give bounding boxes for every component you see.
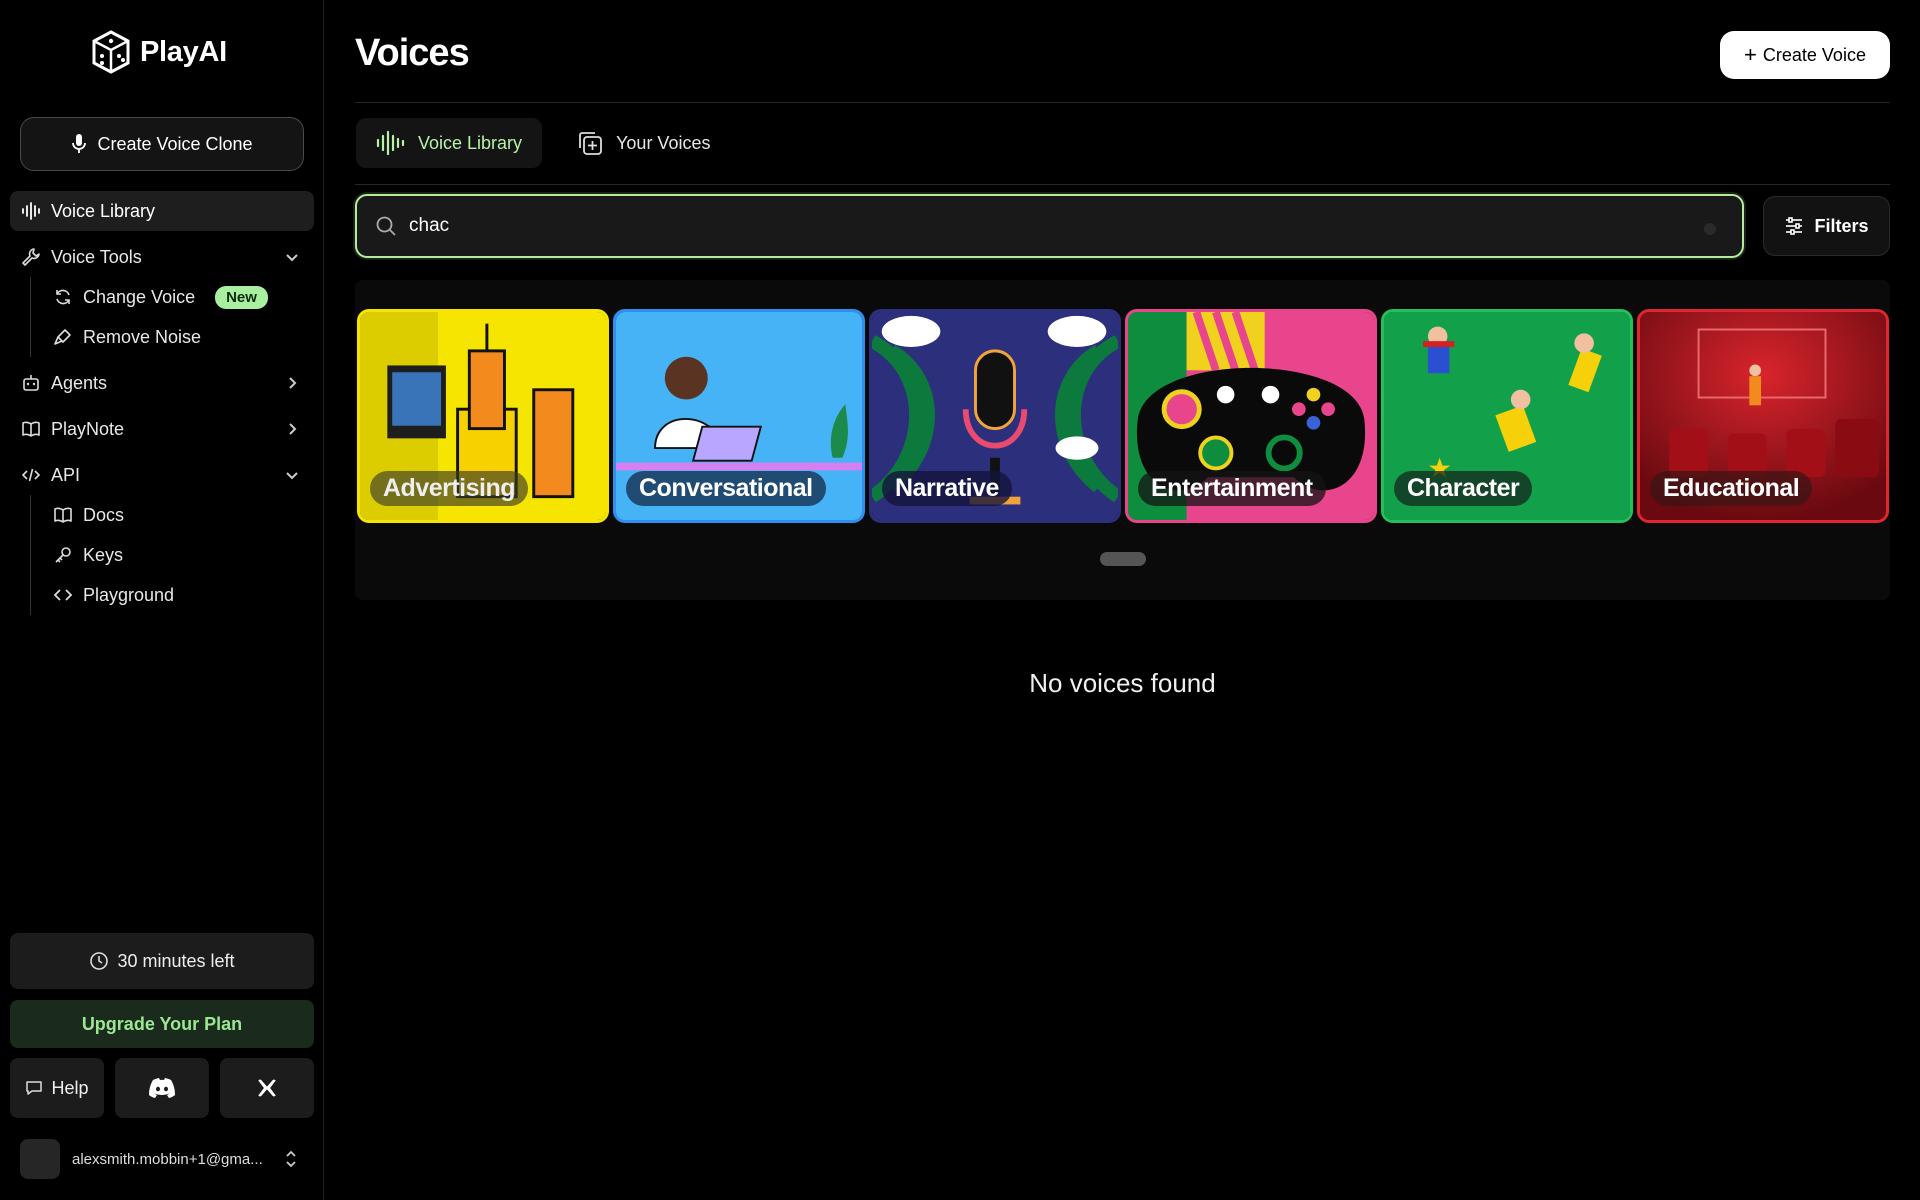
sidebar-item-label: PlayNote <box>51 418 125 439</box>
tab-label: Your Voices <box>616 132 711 153</box>
upgrade-plan-button[interactable]: Upgrade Your Plan <box>10 1000 314 1048</box>
category-card-educational[interactable]: Educational <box>1637 309 1889 523</box>
book-icon <box>21 419 41 439</box>
tab-your-voices[interactable]: Your Voices <box>556 118 730 168</box>
sidebar-item-voice-library[interactable]: Voice Library <box>10 191 314 231</box>
sidebar-nav: Voice Library Voice Tools Change Voice N… <box>10 191 314 615</box>
robot-icon <box>21 373 41 393</box>
tabs: Voice Library Your Voices <box>356 118 730 168</box>
category-card-entertainment[interactable]: Entertainment <box>1125 309 1377 523</box>
chevron-right-icon <box>289 423 297 435</box>
microphone-icon <box>72 134 87 153</box>
waveform-icon <box>21 201 41 221</box>
tab-label: Voice Library <box>418 132 523 153</box>
avatar <box>20 1139 60 1179</box>
sidebar-item-change-voice[interactable]: Change Voice New <box>53 277 314 317</box>
discord-icon <box>149 1078 175 1098</box>
category-label: Educational <box>1650 471 1813 506</box>
category-card-character[interactable]: Character <box>1381 309 1633 523</box>
sidebar-item-voice-tools[interactable]: Voice Tools <box>10 237 314 277</box>
minutes-left-text: 30 minutes left <box>117 950 235 971</box>
account-email: alexsmith.mobbin+1@gma... <box>72 1150 263 1168</box>
chat-bubble-icon <box>26 1081 43 1095</box>
wrench-icon <box>21 247 41 267</box>
create-voice-label: Create Voice <box>1762 44 1866 65</box>
waveform-icon <box>376 130 405 156</box>
chevron-right-icon <box>289 377 297 389</box>
filters-label: Filters <box>1814 215 1869 236</box>
sidebar-item-label: Docs <box>83 504 125 525</box>
category-cards: Advertising Conversational Narrative Ent… <box>357 309 1889 523</box>
voice-tools-submenu: Change Voice New Remove Noise <box>30 277 314 357</box>
api-submenu: Docs Keys Playground <box>30 495 314 615</box>
sidebar-item-label: Change Voice <box>83 286 196 307</box>
sidebar-item-playnote[interactable]: PlayNote <box>10 409 314 449</box>
category-label: Conversational <box>626 471 826 506</box>
clear-search-icon[interactable] <box>1704 223 1716 235</box>
plus-icon: + <box>1744 42 1757 67</box>
code-icon <box>53 585 73 605</box>
category-card-narrative[interactable]: Narrative <box>869 309 1121 523</box>
category-label: Character <box>1394 471 1533 506</box>
category-card-conversational[interactable]: Conversational <box>613 309 865 523</box>
search-icon <box>376 216 396 236</box>
help-button[interactable]: Help <box>10 1058 104 1118</box>
sidebar-item-label: Voice Library <box>51 200 156 221</box>
page-title: Voices <box>355 32 470 74</box>
category-label: Advertising <box>370 471 529 506</box>
sidebar-item-label: Voice Tools <box>51 246 142 267</box>
help-label: Help <box>51 1077 89 1098</box>
tabs-divider <box>355 184 1890 185</box>
create-voice-clone-label: Create Voice Clone <box>97 133 253 154</box>
key-icon <box>53 545 73 565</box>
sidebar-item-label: Keys <box>83 544 124 565</box>
sidebar-item-playground[interactable]: Playground <box>53 575 314 615</box>
chevron-down-icon <box>286 254 298 262</box>
sidebar-item-label: Remove Noise <box>83 326 202 347</box>
sidebar-item-label: API <box>51 464 81 485</box>
category-carousel: Advertising Conversational Narrative Ent… <box>355 280 1890 600</box>
filters-button[interactable]: Filters <box>1763 196 1890 256</box>
search-input[interactable]: chac <box>355 194 1744 258</box>
chevron-up-down-icon <box>286 1150 296 1168</box>
logo[interactable]: PlayAI <box>90 30 227 74</box>
create-voice-clone-button[interactable]: Create Voice Clone <box>20 117 304 171</box>
brand-name: PlayAI <box>140 35 227 68</box>
chevron-down-icon <box>286 472 298 480</box>
book-icon <box>53 505 73 525</box>
playai-logo-icon <box>92 30 130 74</box>
sidebar-item-api[interactable]: API <box>10 455 314 495</box>
create-voice-button[interactable]: + Create Voice <box>1720 31 1890 79</box>
sidebar-item-label: Agents <box>51 372 108 393</box>
sidebar: PlayAI Create Voice Clone Voice Library … <box>0 0 324 1200</box>
header-divider <box>355 102 1890 103</box>
discord-button[interactable] <box>115 1058 209 1118</box>
sidebar-item-agents[interactable]: Agents <box>10 363 314 403</box>
sidebar-item-remove-noise[interactable]: Remove Noise <box>53 317 314 357</box>
refresh-icon <box>53 287 73 307</box>
app: PlayAI Create Voice Clone Voice Library … <box>0 0 1920 1200</box>
sidebar-item-keys[interactable]: Keys <box>53 535 314 575</box>
x-logo-icon <box>258 1079 276 1097</box>
sliders-icon <box>1786 217 1803 235</box>
minutes-left-indicator: 30 minutes left <box>10 933 314 989</box>
search-query: chac <box>409 215 450 236</box>
sidebar-item-label: Playground <box>83 584 175 605</box>
clock-icon <box>90 952 109 970</box>
sidebar-item-docs[interactable]: Docs <box>53 495 314 535</box>
account-switcher[interactable]: alexsmith.mobbin+1@gma... <box>20 1138 310 1180</box>
category-label: Narrative <box>882 471 1012 506</box>
empty-state-message: No voices found <box>1029 668 1216 698</box>
brush-icon <box>53 327 73 347</box>
carousel-scroll-indicator[interactable] <box>1100 552 1146 566</box>
add-copy-icon <box>579 132 602 155</box>
category-label: Entertainment <box>1138 471 1326 506</box>
tab-voice-library[interactable]: Voice Library <box>356 118 543 168</box>
code-slash-icon <box>21 465 41 485</box>
x-twitter-button[interactable] <box>220 1058 314 1118</box>
category-card-advertising[interactable]: Advertising <box>357 309 609 523</box>
new-badge: New <box>215 285 268 309</box>
